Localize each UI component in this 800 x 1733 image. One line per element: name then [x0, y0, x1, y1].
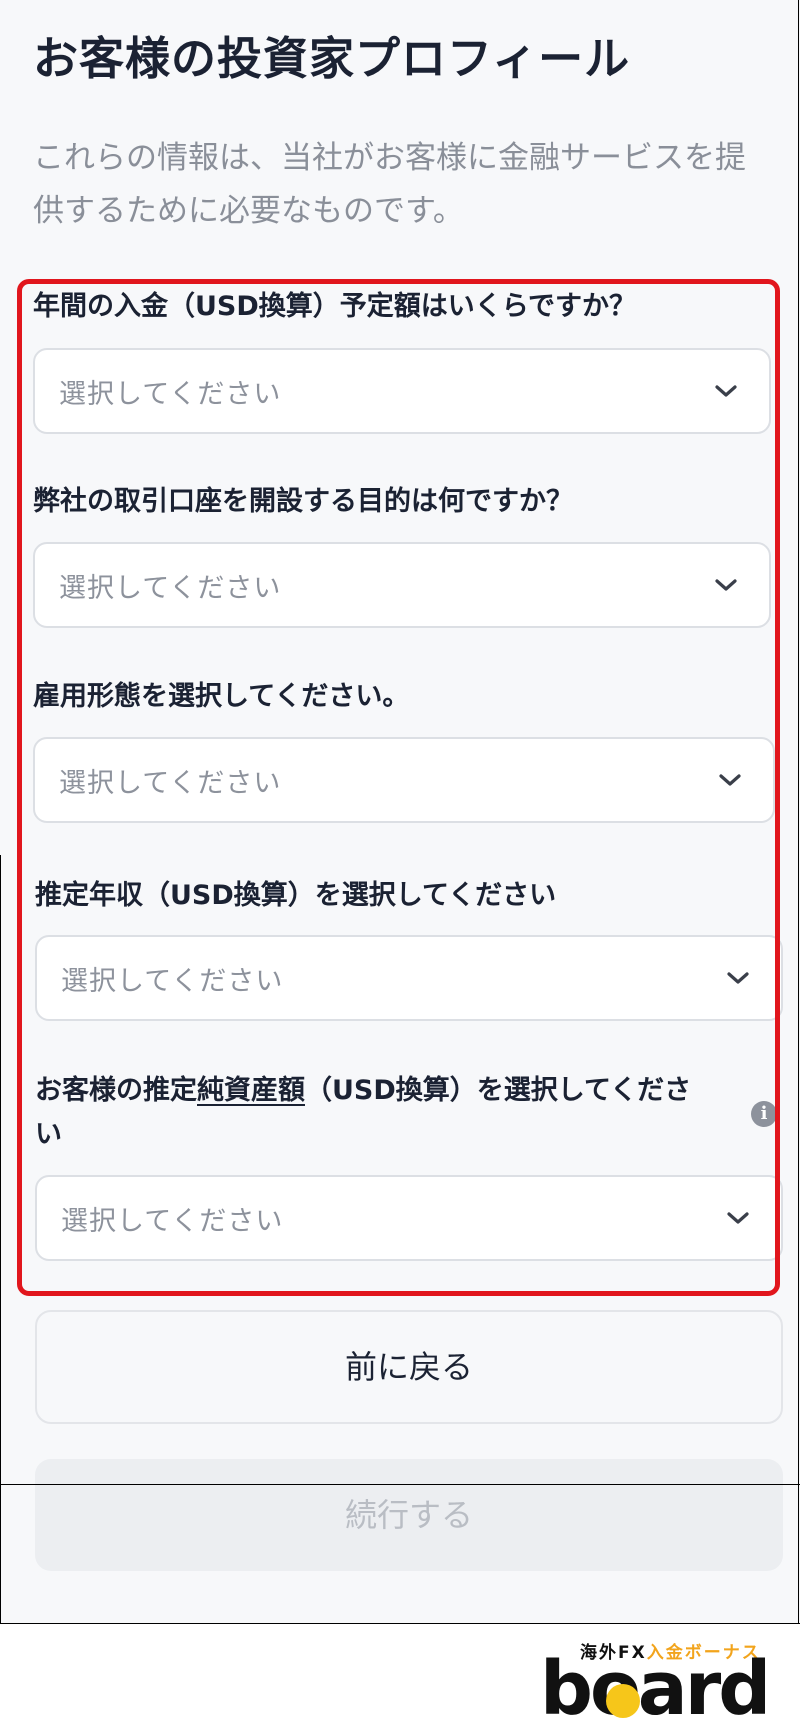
- board-logo: 海外FX入金ボーナス board: [540, 1638, 790, 1732]
- highlight-annotation-box: [17, 279, 780, 1296]
- logo-wordmark: board: [540, 1646, 771, 1732]
- page-title: お客様の投資家プロフィール: [33, 32, 631, 85]
- investor-profile-screen: お客様の投資家プロフィール これらの情報は、当社がお客様に金融サービスを提供する…: [0, 0, 800, 1624]
- continue-button[interactable]: 続行する: [35, 1459, 783, 1571]
- frame-border-right: [798, 0, 799, 1624]
- divider-line: [0, 1484, 800, 1485]
- mascot-icon: [606, 1684, 640, 1718]
- back-button[interactable]: 前に戻る: [35, 1310, 783, 1424]
- frame-border-left: [0, 855, 1, 1624]
- page-description: これらの情報は、当社がお客様に金融サービスを提供するために必要なものです。: [33, 140, 746, 229]
